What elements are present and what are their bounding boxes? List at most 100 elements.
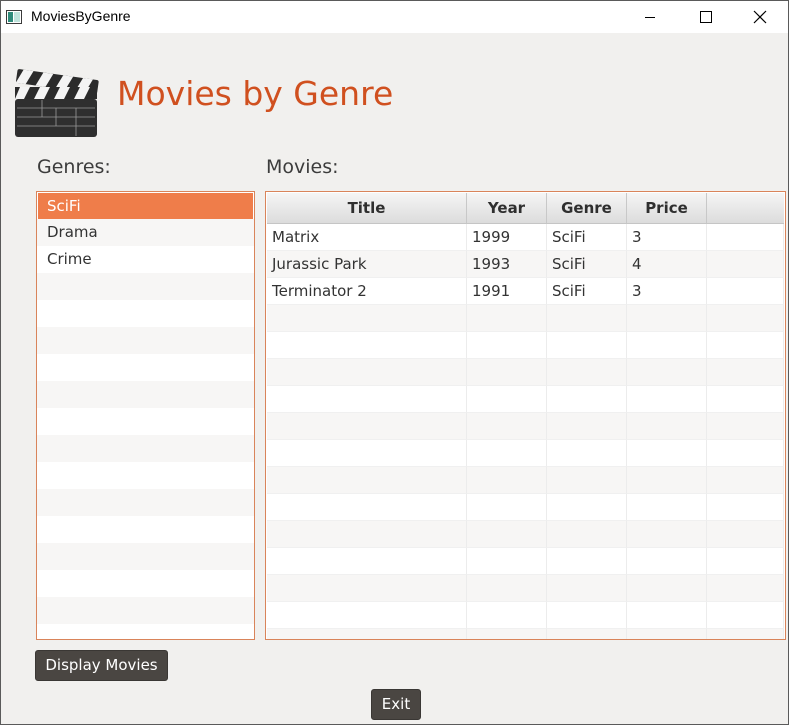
cell-title: Jurassic Park xyxy=(267,251,467,278)
cell-empty xyxy=(547,440,627,467)
list-item-scifi[interactable]: SciFi xyxy=(38,193,253,219)
cell-empty xyxy=(707,521,784,548)
cell-year: 1991 xyxy=(467,278,547,305)
cell-empty xyxy=(547,575,627,602)
table-row[interactable]: Matrix 1999 SciFi 3 xyxy=(267,224,784,251)
cell-empty xyxy=(467,602,547,629)
cell-empty xyxy=(547,521,627,548)
list-item-empty xyxy=(37,570,254,597)
column-header-genre[interactable]: Genre xyxy=(547,193,627,223)
list-item-empty xyxy=(37,489,254,516)
cell-empty xyxy=(267,629,467,639)
cell-empty xyxy=(627,548,707,575)
cell-empty xyxy=(707,332,784,359)
table-row-empty xyxy=(267,629,784,639)
cell-empty xyxy=(707,494,784,521)
cell-empty xyxy=(627,467,707,494)
table-row-empty xyxy=(267,494,784,521)
cell-empty xyxy=(467,548,547,575)
table-row[interactable]: Terminator 2 1991 SciFi 3 xyxy=(267,278,784,305)
cell-empty xyxy=(267,386,467,413)
cell-empty xyxy=(267,521,467,548)
cell-empty xyxy=(707,629,784,639)
cell-empty xyxy=(707,386,784,413)
cell-empty xyxy=(707,602,784,629)
cell-empty xyxy=(707,305,784,332)
cell-title: Matrix xyxy=(267,224,467,251)
cell-empty xyxy=(267,467,467,494)
column-header-year[interactable]: Year xyxy=(467,193,547,223)
list-item-empty xyxy=(37,408,254,435)
cell-empty xyxy=(627,440,707,467)
close-button[interactable] xyxy=(731,1,789,33)
genres-label: Genres: xyxy=(37,156,111,178)
main-content: Movies by Genre Genres: Movies: SciFi Dr… xyxy=(1,34,788,724)
table-row-empty xyxy=(267,332,784,359)
close-icon xyxy=(753,10,767,24)
cell-empty xyxy=(467,440,547,467)
cell-price: 3 xyxy=(627,278,707,305)
table-row-empty xyxy=(267,413,784,440)
cell-empty xyxy=(467,575,547,602)
minimize-button[interactable] xyxy=(621,1,679,33)
column-header-title[interactable]: Title xyxy=(267,193,467,223)
cell-empty xyxy=(547,386,627,413)
cell-empty xyxy=(627,602,707,629)
cell-empty xyxy=(547,305,627,332)
cell-empty xyxy=(467,386,547,413)
cell-empty xyxy=(707,359,784,386)
cell-genre: SciFi xyxy=(547,278,627,305)
cell-empty xyxy=(267,575,467,602)
display-movies-button[interactable]: Display Movies xyxy=(35,650,168,681)
cell-empty xyxy=(467,332,547,359)
list-item-empty xyxy=(37,516,254,543)
cell-empty xyxy=(627,521,707,548)
cell-empty xyxy=(467,305,547,332)
table-row-empty xyxy=(267,305,784,332)
movies-table[interactable]: Title Year Genre Price Matrix 1999 SciFi… xyxy=(265,191,786,640)
cell-empty xyxy=(547,332,627,359)
exit-button[interactable]: Exit xyxy=(371,689,421,720)
minimize-icon xyxy=(644,11,656,23)
cell-empty xyxy=(267,332,467,359)
cell-empty xyxy=(707,467,784,494)
column-header-filler xyxy=(707,193,784,223)
cell-empty xyxy=(547,548,627,575)
list-item-crime[interactable]: Crime xyxy=(37,246,254,273)
cell-empty xyxy=(547,467,627,494)
list-item-empty xyxy=(37,354,254,381)
app-window: MoviesByGenre Movies by Genre Genres: Mo… xyxy=(0,0,789,725)
cell-empty xyxy=(467,413,547,440)
window-title: MoviesByGenre xyxy=(31,8,131,24)
cell-genre: SciFi xyxy=(547,251,627,278)
genres-list[interactable]: SciFi Drama Crime xyxy=(36,191,255,640)
cell-empty xyxy=(707,440,784,467)
maximize-button[interactable] xyxy=(677,1,735,33)
table-row[interactable]: Jurassic Park 1993 SciFi 4 xyxy=(267,251,784,278)
title-bar[interactable]: MoviesByGenre xyxy=(1,1,788,33)
cell-empty xyxy=(627,413,707,440)
cell-price: 3 xyxy=(627,224,707,251)
cell-empty xyxy=(547,494,627,521)
movies-label: Movies: xyxy=(266,156,339,178)
cell-title: Terminator 2 xyxy=(267,278,467,305)
cell-empty xyxy=(547,413,627,440)
column-header-price[interactable]: Price xyxy=(627,193,707,223)
cell-empty xyxy=(267,494,467,521)
list-item-empty xyxy=(37,381,254,408)
table-header: Title Year Genre Price xyxy=(267,193,784,224)
cell-empty xyxy=(547,629,627,639)
cell-filler xyxy=(707,251,784,278)
table-row-empty xyxy=(267,548,784,575)
cell-empty xyxy=(267,413,467,440)
cell-empty xyxy=(627,494,707,521)
table-row-empty xyxy=(267,521,784,548)
cell-empty xyxy=(627,386,707,413)
cell-genre: SciFi xyxy=(547,224,627,251)
list-item-empty xyxy=(37,462,254,489)
list-item-empty xyxy=(37,597,254,624)
list-item-drama[interactable]: Drama xyxy=(37,219,254,246)
table-row-empty xyxy=(267,467,784,494)
maximize-icon xyxy=(700,11,712,23)
cell-filler xyxy=(707,224,784,251)
